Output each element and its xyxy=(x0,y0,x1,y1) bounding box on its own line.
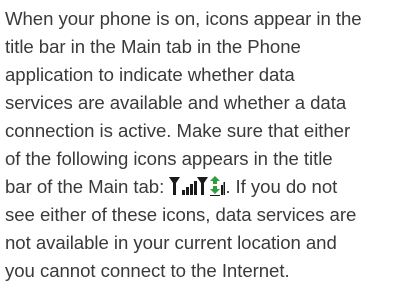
text-line: connection is active. Make sure that eit… xyxy=(5,120,351,141)
text-line: services are available and whether a dat… xyxy=(5,92,347,113)
text-fragment: bar of the Main tab: xyxy=(5,176,170,197)
data-service-available-icon xyxy=(169,176,198,196)
body-paragraph: When your phone is on, icons appear in t… xyxy=(5,5,407,285)
data-connection-active-icon xyxy=(197,176,226,196)
text-line-with-icons: bar of the Main tab: . If you do not xyxy=(5,173,407,201)
text-line: of the following icons appears in the ti… xyxy=(5,148,333,169)
text-line: When your phone is on, icons appear in t… xyxy=(5,8,362,29)
text-line: application to indicate whether data xyxy=(5,64,295,85)
text-line: title bar in the Main tab in the Phone xyxy=(5,36,301,57)
document-page: When your phone is on, icons appear in t… xyxy=(0,0,411,281)
text-line: not available in your current location a… xyxy=(5,232,337,253)
text-line: you cannot connect to the Internet. xyxy=(5,260,290,281)
text-fragment: . If you do not xyxy=(225,176,338,197)
text-line: see either of these icons, data services… xyxy=(5,204,357,225)
